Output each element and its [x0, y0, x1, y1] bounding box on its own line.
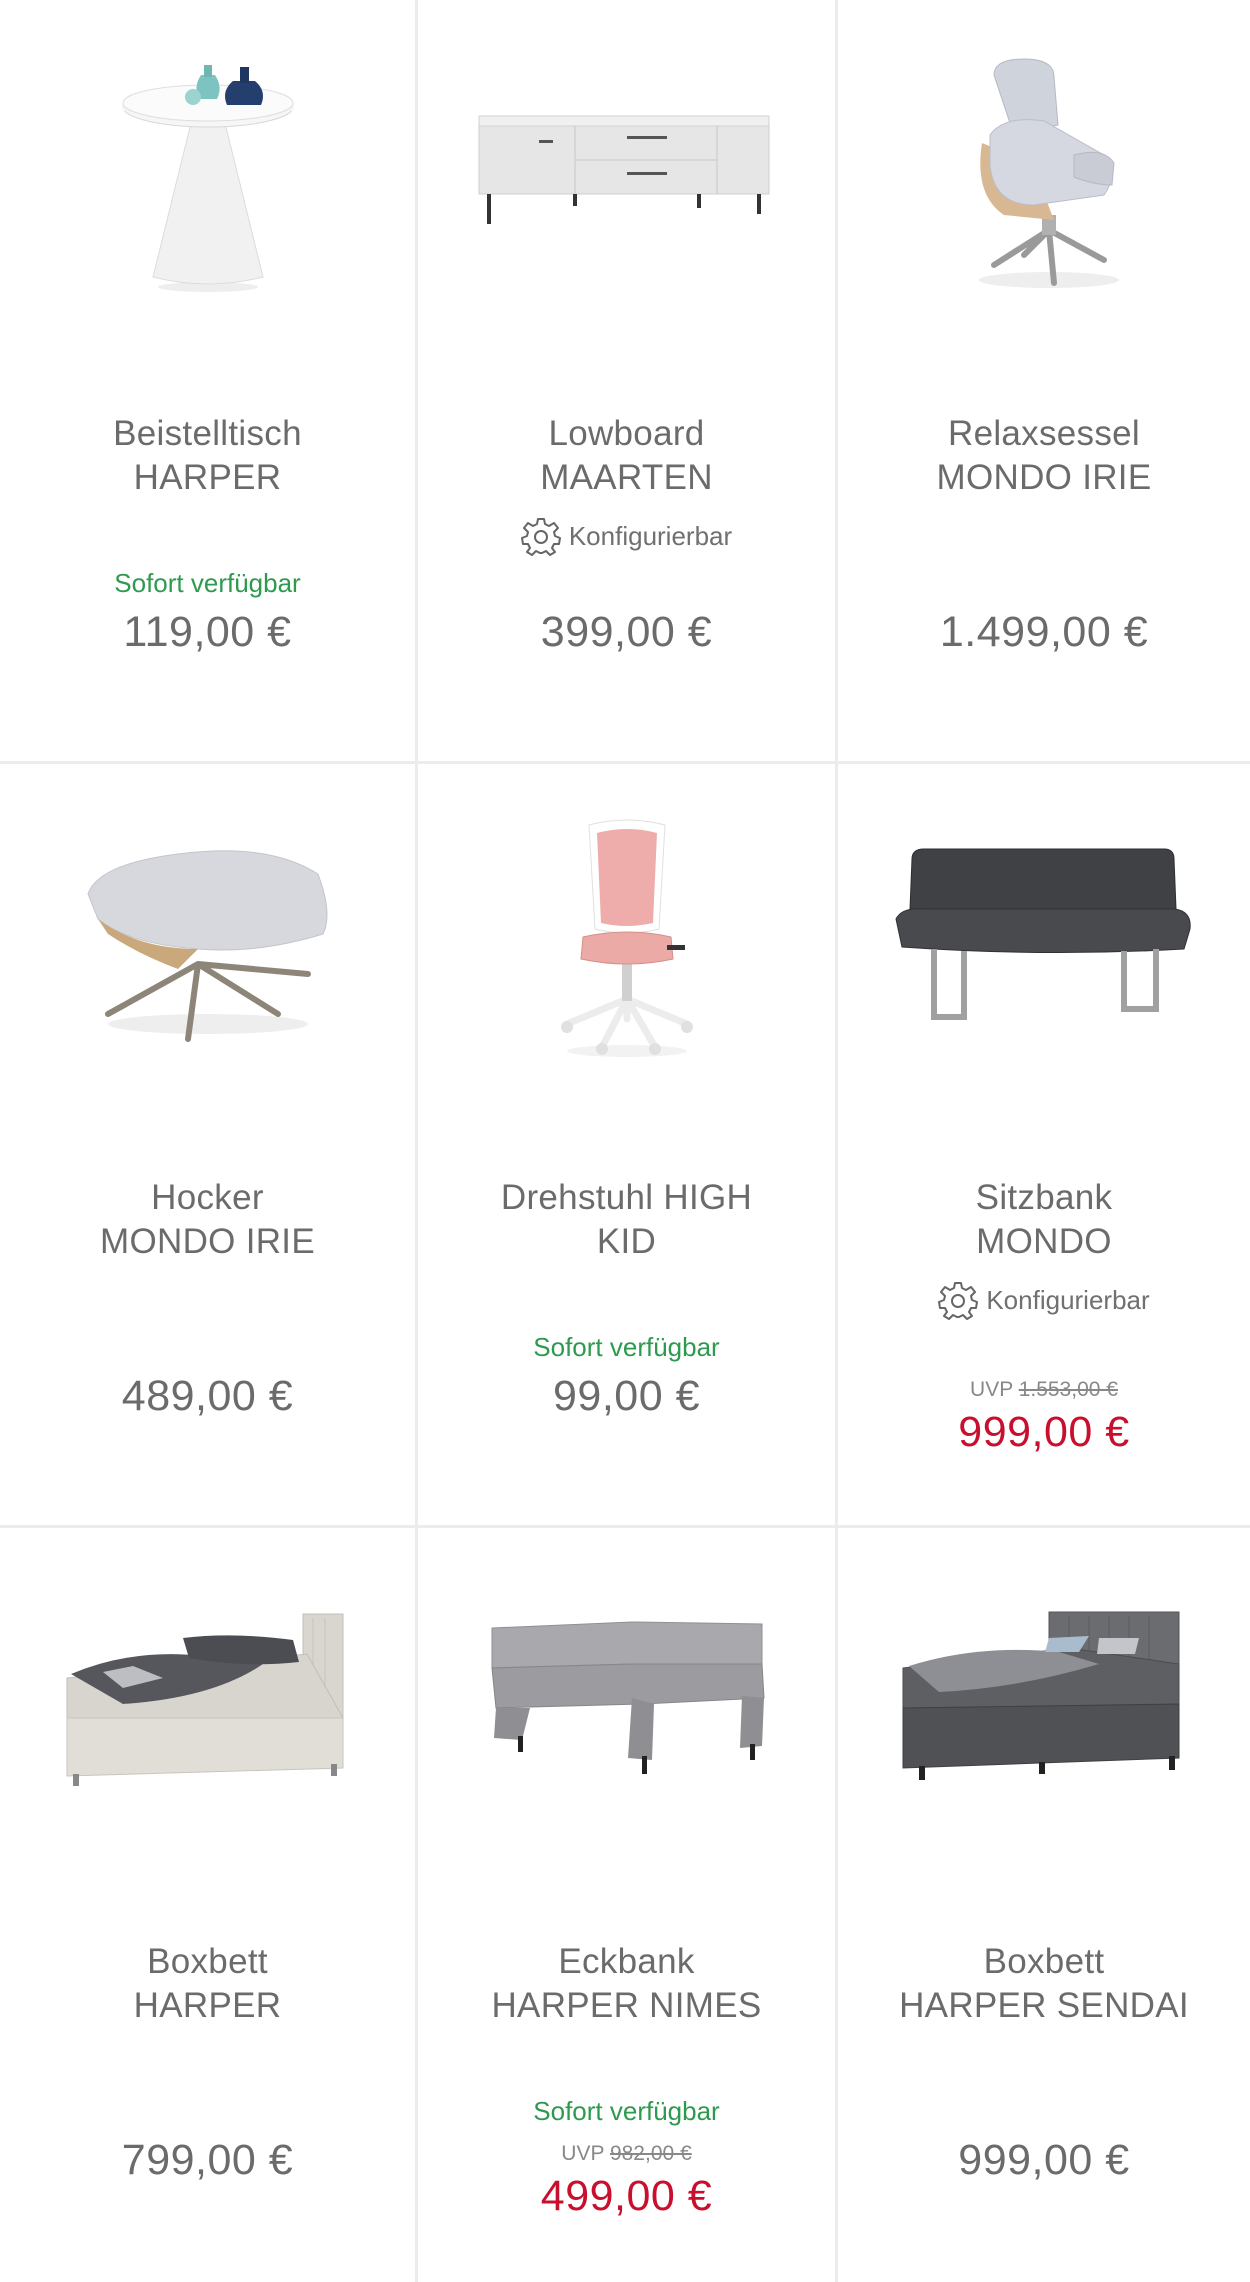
product-image-bench[interactable] [838, 794, 1250, 1084]
product-card[interactable]: Sitzbank MONDO Konfigurierbar UVP 1.553,… [838, 764, 1250, 1528]
availability-label: Sofort verfügbar [533, 2096, 720, 2126]
configurable-badge: Konfigurierbar [418, 516, 835, 556]
product-price: 999,00 € [958, 2136, 1130, 2184]
product-name[interactable]: Lowboard MAARTEN [438, 412, 815, 500]
product-image-boxbed-dark[interactable] [838, 1558, 1250, 1848]
gear-icon [938, 1282, 979, 1320]
uvp-label: UVP 982,00 € [418, 2142, 835, 2166]
product-name[interactable]: Sitzbank MONDO [858, 1176, 1230, 1264]
gear-icon [520, 518, 561, 556]
product-name[interactable]: Eckbank HARPER NIMES [438, 1940, 815, 2028]
product-card[interactable]: Hocker MONDO IRIE 489,00 € [0, 764, 418, 1528]
product-name[interactable]: Boxbett HARPER SENDAI [858, 1940, 1230, 2028]
product-card[interactable]: Beistelltisch HARPER Sofort verfügbar 11… [0, 0, 418, 764]
configurable-label: Konfigurierbar [986, 1284, 1150, 1315]
product-image-corner-bench[interactable] [418, 1558, 835, 1848]
product-name[interactable]: Hocker MONDO IRIE [20, 1176, 395, 1264]
product-name[interactable]: Relaxsessel MONDO IRIE [858, 412, 1230, 500]
product-price: 489,00 € [121, 1372, 294, 1420]
product-card[interactable]: Lowboard MAARTEN Konfigurierbar 399,00 € [418, 0, 838, 764]
product-card[interactable]: Relaxsessel MONDO IRIE 1.499,00 € [838, 0, 1250, 764]
sale-price: 999,00 € [958, 1408, 1130, 1456]
uvp-prefix: UVP [561, 2142, 605, 2165]
configurable-label: Konfigurierbar [568, 520, 733, 551]
product-name[interactable]: Beistelltisch HARPER [20, 412, 395, 500]
sale-price: 499,00 € [540, 2172, 713, 2220]
product-price: 1.499,00 € [939, 608, 1149, 656]
uvp-price: 982,00 € [609, 2142, 692, 2165]
product-card[interactable]: Eckbank HARPER NIMES Sofort verfügbar UV… [418, 1528, 838, 2282]
uvp-prefix: UVP [970, 1378, 1013, 1401]
product-name[interactable]: Drehstuhl HIGH KID [438, 1176, 815, 1264]
product-price: 799,00 € [121, 2136, 294, 2184]
product-grid: Beistelltisch HARPER Sofort verfügbar 11… [0, 0, 1250, 2282]
uvp-price: 1.553,00 € [1018, 1378, 1118, 1401]
uvp-label: UVP 1.553,00 € [838, 1378, 1250, 1402]
product-price: 399,00 € [540, 608, 713, 656]
product-price: 119,00 € [123, 608, 292, 656]
product-image-boxbed-light[interactable] [0, 1558, 415, 1848]
product-price: 99,00 € [553, 1372, 700, 1420]
product-image-side-table[interactable] [0, 30, 415, 320]
product-image-desk-chair[interactable] [418, 794, 835, 1084]
availability-label: Sofort verfügbar [114, 568, 301, 598]
product-card[interactable]: Boxbett HARPER SENDAI 999,00 € [838, 1528, 1250, 2282]
availability-label: Sofort verfügbar [533, 1332, 720, 1362]
product-image-relax-chair[interactable] [838, 30, 1250, 320]
product-card[interactable]: Drehstuhl HIGH KID Sofort verfügbar 99,0… [418, 764, 838, 1528]
product-card[interactable]: Boxbett HARPER 799,00 € [0, 1528, 418, 2282]
product-name[interactable]: Boxbett HARPER [20, 1940, 395, 2028]
configurable-badge: Konfigurierbar [838, 1280, 1250, 1320]
product-image-lowboard[interactable] [418, 30, 835, 320]
product-image-ottoman[interactable] [0, 794, 415, 1084]
